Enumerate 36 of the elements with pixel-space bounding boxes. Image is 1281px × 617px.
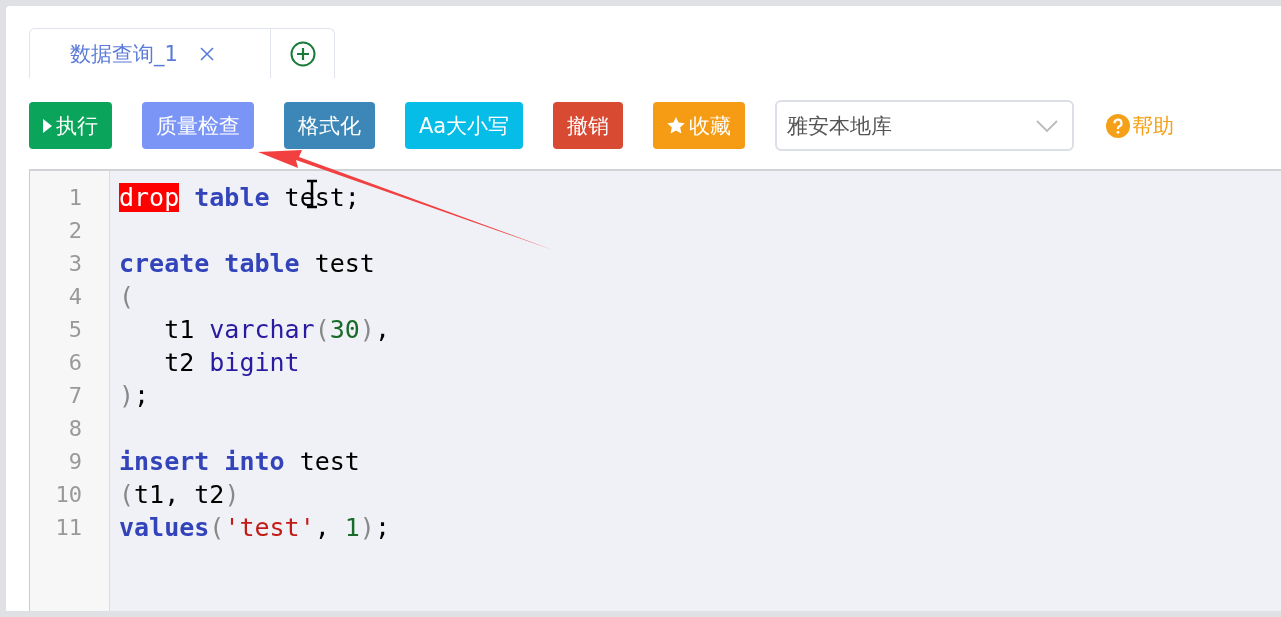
code-line: t2 bigint (163, 347, 300, 379)
line-number: 7 (67, 382, 83, 410)
line-number: 1 (67, 184, 83, 212)
code-line: ); (119, 380, 150, 412)
line-number: 6 (67, 349, 83, 377)
line-number: 5 (67, 316, 83, 344)
help-icon (1106, 113, 1131, 138)
line-number: 8 (67, 415, 83, 443)
add-tab-button[interactable] (271, 28, 335, 78)
line-number: 3 (67, 250, 83, 278)
help-link[interactable]: 帮助 (1106, 111, 1175, 140)
close-icon[interactable] (199, 46, 214, 61)
toolbar-button[interactable]: 质量检查 (142, 102, 254, 149)
toolbar-button[interactable]: 撤销 (553, 102, 624, 149)
toolbar-button[interactable]: Aa大小写 (405, 102, 524, 149)
play-icon (43, 118, 52, 133)
line-number: 11 (54, 514, 83, 542)
code-line: create table test (119, 248, 375, 280)
code-line: insert into test (119, 446, 360, 478)
star-icon (667, 117, 686, 134)
toolbar-button[interactable]: 格式化 (284, 102, 375, 149)
database-select[interactable]: 雅安本地库 (775, 100, 1075, 151)
line-number: 4 (67, 283, 83, 311)
code-line: (t1, t2) (119, 479, 240, 511)
query-tab[interactable]: 数据查询_1 (29, 28, 271, 78)
tab-label: 数据查询_1 (70, 40, 178, 68)
line-number: 9 (67, 448, 83, 476)
toolbar-button[interactable]: 执行 (29, 102, 112, 149)
code-line: values('test', 1); (119, 512, 390, 544)
chevron-down-icon (1036, 119, 1059, 132)
line-number: 2 (67, 217, 83, 245)
line-number: 10 (54, 481, 83, 509)
toolbar-button[interactable]: 收藏 (653, 102, 746, 149)
code-line: t1 varchar(30), (163, 314, 390, 346)
code-line: ( (119, 281, 135, 313)
add-icon (289, 40, 316, 67)
